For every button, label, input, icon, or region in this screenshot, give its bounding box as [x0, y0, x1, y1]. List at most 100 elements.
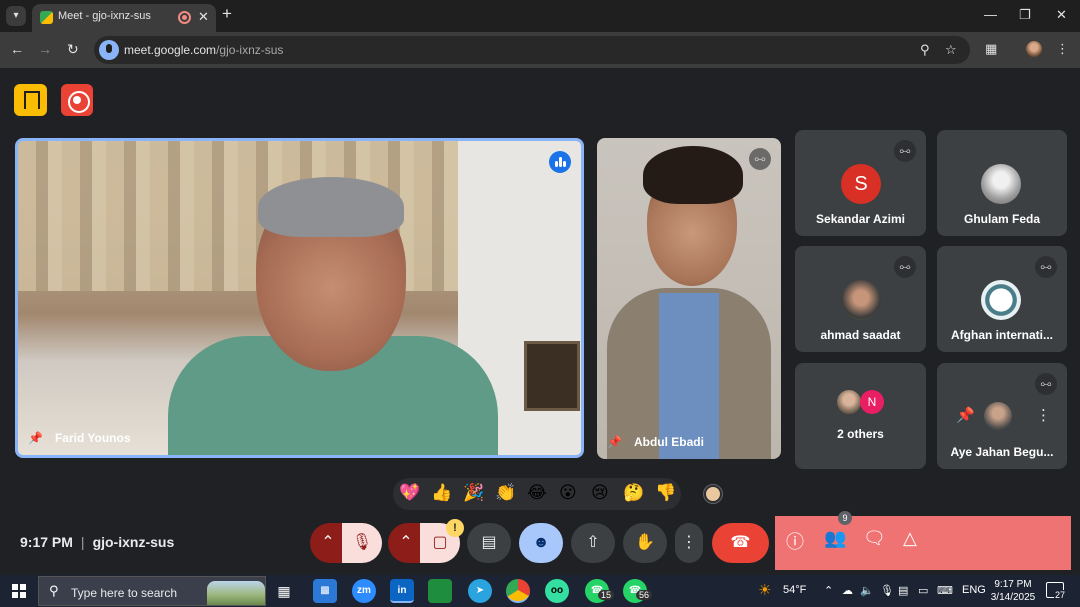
- linkedin-icon[interactable]: in: [390, 579, 414, 603]
- pin-icon[interactable]: 📌: [607, 435, 622, 449]
- emoji-button[interactable]: ☻: [519, 523, 563, 563]
- zoom-icon[interactable]: zm: [352, 579, 376, 603]
- participant-tile[interactable]: Ghulam Feda: [937, 130, 1067, 236]
- input-language[interactable]: ENG: [962, 584, 986, 596]
- recording-button[interactable]: [61, 84, 93, 116]
- weather-icon[interactable]: ☀: [758, 581, 771, 599]
- meeting-info-text: 9:17 PM | gjo-ixnz-sus: [20, 534, 175, 550]
- meeting-details-icon[interactable]: ⓘ: [786, 528, 804, 554]
- volume-icon[interactable]: 🔈: [860, 584, 874, 597]
- mic-toggle-button[interactable]: 🎙: [342, 523, 382, 563]
- tab-search-button[interactable]: ▾: [6, 6, 26, 26]
- bookmark-star-icon[interactable]: ☆: [945, 42, 957, 58]
- chrome-icon[interactable]: [506, 579, 530, 603]
- reload-button[interactable]: ↻: [67, 41, 79, 58]
- reaction-laugh[interactable]: 😂: [527, 483, 547, 503]
- reaction-thinking[interactable]: 🤔: [623, 483, 644, 503]
- skin-tone-selector[interactable]: [703, 484, 723, 504]
- audio-options-button[interactable]: ⌃: [310, 523, 346, 563]
- hand-icon: ✋: [635, 534, 655, 551]
- participant-tile[interactable]: ⧟ S Sekandar Azimi: [795, 130, 926, 236]
- reaction-surprised[interactable]: 😮: [559, 483, 577, 503]
- pin-icon[interactable]: 📌: [28, 431, 43, 445]
- url-text: meet.google.com/gjo-ixnz-sus: [124, 43, 283, 57]
- new-tab-button[interactable]: +: [222, 4, 232, 24]
- participant-tile[interactable]: ⧟ ahmad saadat: [795, 246, 926, 352]
- more-options-icon[interactable]: ⋮: [1036, 406, 1051, 424]
- window-close-button[interactable]: ✕: [1056, 7, 1067, 23]
- people-count-badge: 9: [838, 511, 852, 525]
- participant-name: Ghulam Feda: [963, 212, 1040, 226]
- tab-meet[interactable]: Meet - gjo-ixnz-sus ✕: [32, 4, 216, 32]
- main-video-tile[interactable]: 📌 Farid Younos: [15, 138, 584, 458]
- activities-icon[interactable]: △: [903, 528, 917, 549]
- background-curtain: [18, 141, 488, 291]
- reaction-sad[interactable]: 😢: [591, 483, 609, 503]
- pin-icon[interactable]: 📌: [956, 406, 975, 424]
- forward-button[interactable]: →: [38, 41, 52, 57]
- warning-icon[interactable]: !: [446, 519, 464, 537]
- tab-title: Meet - gjo-ixnz-sus: [58, 10, 151, 22]
- participant-tile[interactable]: ⧟ Afghan internati...: [937, 246, 1067, 352]
- wall-plaque: [524, 341, 580, 411]
- chat-icon[interactable]: 🗨: [863, 528, 886, 549]
- present-screen-icon: ⇧: [586, 534, 600, 551]
- others-tile[interactable]: N 2 others: [795, 363, 926, 469]
- meeting-time: 9:17 PM: [20, 534, 73, 550]
- microphone-icon[interactable]: 🎙: [880, 584, 894, 597]
- zoom-icon[interactable]: ⚲: [920, 42, 930, 58]
- video-options-button[interactable]: ⌃: [388, 523, 424, 563]
- hang-up-icon: ☎: [730, 534, 751, 551]
- url-path: /gjo-ixnz-sus: [216, 43, 284, 57]
- tripadvisor-icon[interactable]: oo: [545, 579, 569, 603]
- more-options-button[interactable]: ⋮: [675, 523, 703, 563]
- weather-temp[interactable]: 54°F: [783, 584, 806, 596]
- avatar: N: [860, 390, 884, 414]
- reaction-heart[interactable]: 💖: [399, 483, 420, 503]
- avatar: S: [841, 164, 881, 204]
- emoji-icon: ☻: [532, 534, 550, 551]
- participant-hair: [643, 146, 743, 204]
- present-button[interactable]: ⇧: [571, 523, 615, 563]
- mic-off-icon: ⧟: [1035, 373, 1057, 395]
- captions-button[interactable]: ▤: [467, 523, 511, 563]
- tab-close-icon[interactable]: ✕: [198, 9, 209, 25]
- participant-name: Sekandar Azimi: [816, 212, 905, 226]
- tray-overflow-icon[interactable]: ⌃: [824, 584, 833, 597]
- back-button[interactable]: ←: [10, 41, 24, 57]
- taskbar-search[interactable]: ⚲ Type here to search: [38, 576, 266, 606]
- telegram-icon[interactable]: ➤: [468, 579, 492, 603]
- tab-strip: ▾ Meet - gjo-ixnz-sus ✕ + — ❐ ✕: [0, 0, 1080, 32]
- cloud-icon[interactable]: ☁: [842, 584, 853, 597]
- tile-hover-actions: 📌 ⋮: [944, 398, 1059, 434]
- leave-call-button[interactable]: ☎: [712, 523, 769, 563]
- maximize-button[interactable]: ❐: [1019, 7, 1031, 23]
- raise-hand-button[interactable]: ✋: [623, 523, 667, 563]
- classroom-icon[interactable]: [428, 579, 452, 603]
- side-panel-controls: ⓘ 👥 🗨 △: [775, 516, 1071, 570]
- battery-icon[interactable]: ▭: [918, 584, 928, 597]
- search-icon: ⚲: [49, 583, 59, 598]
- url-host: meet.google.com: [124, 43, 217, 57]
- reaction-clap[interactable]: 👏: [495, 483, 516, 503]
- reaction-thumbs-down[interactable]: 👎: [655, 483, 676, 503]
- profile-avatar[interactable]: [1026, 41, 1042, 57]
- second-video-tile[interactable]: ⧟ 📌 Abdul Ebadi: [597, 138, 781, 459]
- people-icon[interactable]: 👥: [824, 528, 846, 549]
- host-controls-button[interactable]: [14, 84, 47, 116]
- store-icon[interactable]: ▩: [313, 579, 337, 603]
- windows-start-icon[interactable]: [12, 584, 26, 598]
- reaction-party[interactable]: 🎉: [463, 483, 484, 503]
- mic-in-use-icon[interactable]: [99, 40, 119, 60]
- network-icon[interactable]: ▤: [898, 584, 908, 597]
- address-bar[interactable]: meet.google.com/gjo-ixnz-sus ⚲ ☆: [94, 36, 970, 64]
- keyboard-icon[interactable]: ⌨: [937, 584, 953, 597]
- minimize-button[interactable]: —: [984, 7, 997, 22]
- task-view-icon[interactable]: ▦: [272, 579, 296, 603]
- extensions-icon[interactable]: ▦: [985, 41, 997, 57]
- second-participant-name: Abdul Ebadi: [633, 435, 704, 449]
- reaction-thumbs-up[interactable]: 👍: [431, 483, 452, 503]
- taskbar-clock[interactable]: 9:17 PM 3/14/2025: [988, 578, 1038, 604]
- recording-indicator-icon: [178, 11, 191, 24]
- browser-menu-icon[interactable]: ⋮: [1056, 41, 1069, 57]
